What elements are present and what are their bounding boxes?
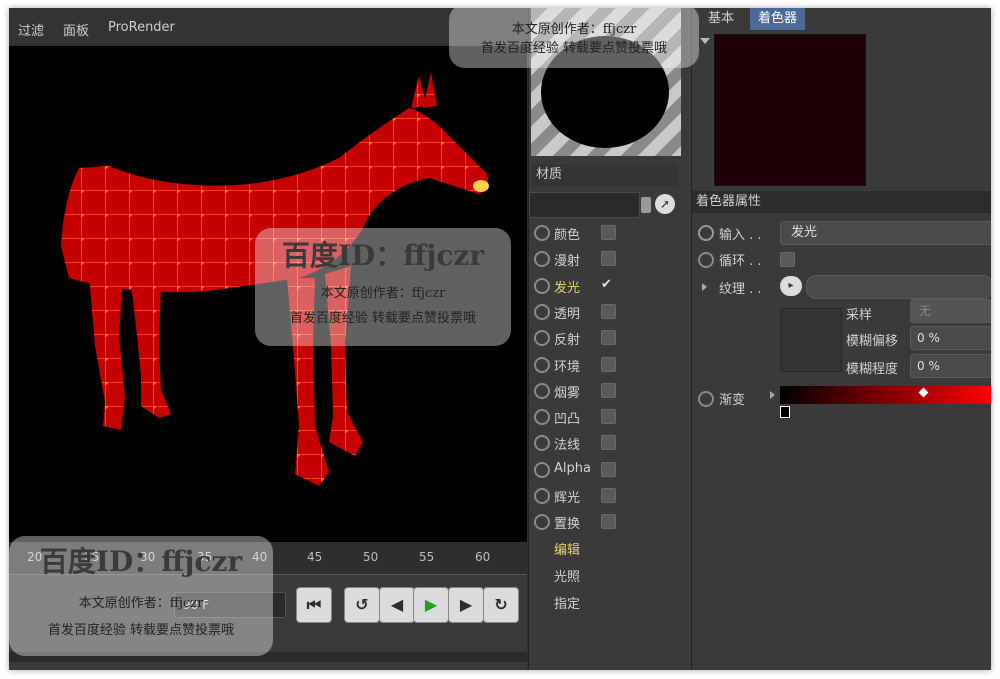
radio-icon[interactable] bbox=[534, 382, 550, 399]
input-label: 输入 . . bbox=[719, 228, 762, 243]
checkbox[interactable] bbox=[601, 514, 616, 530]
checkbox[interactable] bbox=[601, 409, 616, 425]
radio-icon[interactable] bbox=[534, 514, 550, 531]
radio-icon[interactable] bbox=[534, 251, 550, 268]
gradient-bar[interactable] bbox=[780, 386, 991, 404]
channel-label: 发光 bbox=[554, 280, 581, 296]
channel-label: Alpha bbox=[554, 460, 591, 476]
checkbox[interactable] bbox=[601, 330, 616, 346]
channel-label: 反射 bbox=[554, 333, 581, 349]
checkbox[interactable] bbox=[601, 488, 616, 503]
expand-icon[interactable] bbox=[702, 283, 707, 291]
checkbox[interactable] bbox=[601, 356, 616, 372]
input-select[interactable]: 发光 bbox=[780, 221, 991, 245]
checkbox[interactable] bbox=[601, 435, 616, 451]
go-to-start-button[interactable]: ⏮ bbox=[296, 587, 332, 623]
section-title: 着色器属性 bbox=[692, 191, 991, 213]
blur-amount-field[interactable]: 0 % bbox=[910, 354, 991, 378]
color-swatch[interactable] bbox=[714, 34, 866, 186]
channel-label: 烟雾 bbox=[554, 385, 581, 401]
radio-icon[interactable] bbox=[534, 461, 550, 478]
gradient-stop-icon[interactable] bbox=[780, 406, 790, 418]
arrow-button[interactable] bbox=[641, 197, 651, 213]
radio-icon[interactable] bbox=[534, 277, 550, 294]
radio-icon[interactable] bbox=[698, 225, 714, 241]
ruler-tick: 45 bbox=[307, 550, 323, 564]
ruler-tick: 60 bbox=[475, 550, 491, 564]
blur-offset-field[interactable]: 0 % bbox=[910, 326, 991, 350]
radio-icon[interactable] bbox=[534, 225, 550, 241]
menu-panel[interactable]: 面板 bbox=[63, 20, 89, 39]
sampling-value: 无 bbox=[919, 304, 932, 318]
texture-label: 纹理 . . bbox=[719, 282, 762, 297]
radio-icon[interactable] bbox=[534, 303, 550, 320]
radio-icon[interactable] bbox=[534, 330, 550, 347]
channel-label: 环境 bbox=[554, 359, 581, 375]
checkbox[interactable] bbox=[601, 303, 616, 319]
app-window: 过滤 面板 ProRender 20 25 30 35 40 45 50 55 … bbox=[9, 8, 991, 670]
material-label: 材质 bbox=[532, 164, 678, 186]
radio-icon[interactable] bbox=[534, 435, 550, 452]
tab-basic[interactable]: 基本 bbox=[700, 8, 742, 30]
gradient-label: 渐变 bbox=[719, 393, 746, 408]
texture-field[interactable] bbox=[806, 275, 991, 299]
pointer-icon[interactable]: ➚ bbox=[655, 194, 675, 214]
input-value: 发光 bbox=[791, 225, 818, 240]
radio-icon[interactable] bbox=[698, 391, 714, 407]
tab-shader[interactable]: 着色器 bbox=[750, 8, 806, 30]
channel-label: 法线 bbox=[554, 438, 581, 454]
radio-icon[interactable] bbox=[534, 488, 550, 504]
channel-label: 透明 bbox=[554, 306, 581, 322]
watermark: 本文原创作者：ffjczr 首发百度经验 转载要点赞投票哦 bbox=[449, 8, 699, 68]
blur-amount-label: 模糊程度 bbox=[846, 362, 899, 377]
checkbox[interactable] bbox=[601, 461, 616, 477]
loop-checkbox[interactable] bbox=[780, 252, 795, 267]
channel-label: 置换 bbox=[554, 517, 581, 533]
sampling-label: 采样 bbox=[846, 308, 873, 323]
ruler-tick: 55 bbox=[419, 550, 435, 564]
channel-label: 辉光 bbox=[554, 491, 581, 506]
checked-checkbox[interactable]: ✔ bbox=[601, 278, 614, 291]
menu-prorender[interactable]: ProRender bbox=[108, 20, 175, 35]
blur-offset-label: 模糊偏移 bbox=[846, 334, 899, 349]
prev-key-button[interactable]: ↺ bbox=[344, 587, 380, 623]
texture-menu-button[interactable]: ▸ bbox=[780, 276, 802, 296]
sampling-select[interactable]: 无 bbox=[910, 299, 991, 323]
triangle-icon bbox=[700, 38, 710, 44]
watermark: 百度ID：ffjczr 本文原创作者：ffjczr 首发百度经验 转载要点赞投票… bbox=[255, 228, 511, 346]
prev-frame-button[interactable]: ◀ bbox=[379, 587, 415, 623]
next-key-button[interactable]: ↻ bbox=[483, 587, 519, 623]
blur-offset-value: 0 % bbox=[917, 331, 940, 345]
channel-label: 凹凸 bbox=[554, 412, 581, 428]
shader-properties-panel: 基本 着色器 着色器属性 输入 . . 发光 循环 . . 纹理 . . ▸ 采… bbox=[692, 8, 991, 670]
material-name-field[interactable] bbox=[529, 192, 640, 218]
loop-label: 循环 . . bbox=[719, 254, 762, 269]
next-frame-button[interactable]: ▶ bbox=[448, 587, 484, 623]
radio-icon[interactable] bbox=[534, 409, 550, 426]
expand-icon[interactable] bbox=[770, 391, 775, 399]
play-button[interactable]: ▶ bbox=[413, 587, 449, 623]
ruler-tick: 50 bbox=[363, 550, 379, 564]
radio-icon[interactable] bbox=[698, 252, 714, 268]
checkbox[interactable] bbox=[601, 225, 616, 240]
menu-filter[interactable]: 过滤 bbox=[18, 20, 44, 39]
blur-amount-value: 0 % bbox=[917, 359, 940, 373]
texture-thumbnail bbox=[780, 308, 842, 372]
channel-label: 漫射 bbox=[554, 254, 581, 270]
watermark: 百度ID：ffjczr 本文原创作者：ffjczr 首发百度经验 转载要点赞投票… bbox=[9, 536, 273, 656]
checkbox[interactable] bbox=[601, 382, 616, 398]
checkbox[interactable] bbox=[601, 251, 616, 267]
radio-icon[interactable] bbox=[534, 356, 550, 373]
channel-label: 颜色 bbox=[554, 228, 581, 243]
material-panel: 材质 ➚ 颜色 漫射 发光 ✔ 透明 反射 环境 烟雾 凹凸 法线 Alpha 辉光 置换 编辑 光照 … bbox=[528, 8, 692, 670]
